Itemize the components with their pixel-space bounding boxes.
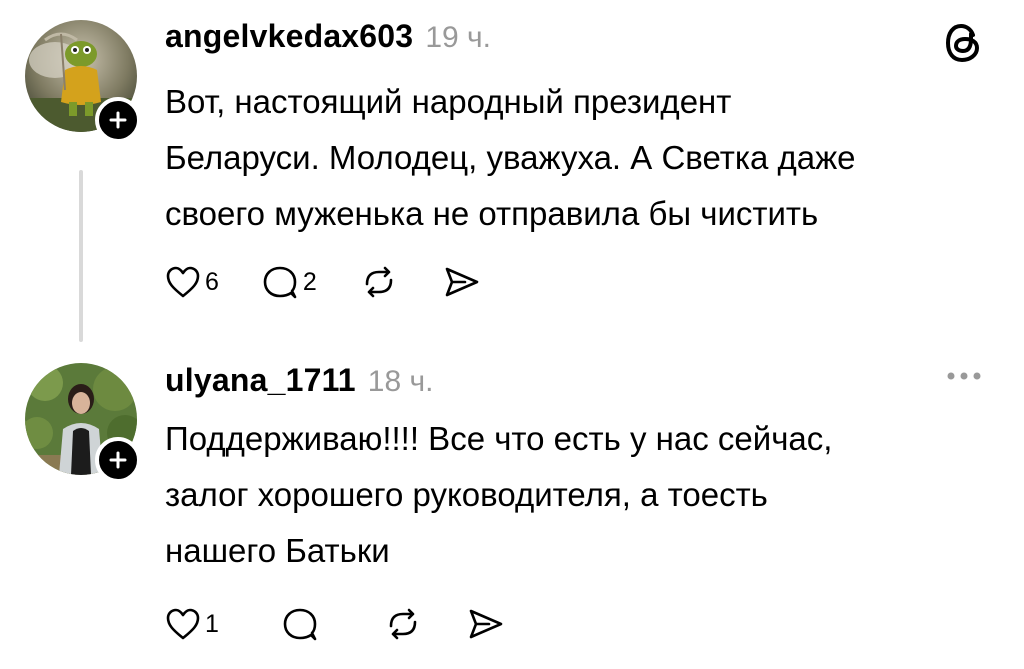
threads-logo-icon[interactable]: [944, 22, 984, 69]
post-text-line: своего муженька не отправила бы чистить: [165, 195, 819, 232]
repost-icon: [389, 608, 417, 640]
follow-button[interactable]: [95, 97, 141, 143]
comment-icon: [283, 608, 317, 641]
username[interactable]: ulyana_1711: [165, 362, 356, 399]
follow-button[interactable]: [95, 437, 141, 483]
thread-line: [79, 170, 83, 342]
share-button[interactable]: [465, 604, 505, 644]
heart-icon: [166, 608, 200, 640]
post-header: ulyana_1711 18 ч.: [165, 362, 433, 399]
action-bar: 1: [165, 604, 547, 644]
plus-icon: [109, 451, 127, 469]
post-text-line: нашего Батьки: [165, 532, 390, 569]
like-button[interactable]: 6: [165, 262, 219, 302]
post-text: Поддерживаю!!!! Все что есть у нас сейча…: [165, 411, 995, 579]
more-options-icon[interactable]: [944, 369, 984, 388]
like-button[interactable]: 1: [165, 604, 219, 644]
repost-icon: [365, 266, 393, 298]
reply-count: 2: [302, 267, 317, 296]
plus-icon: [109, 111, 127, 129]
share-button[interactable]: [441, 262, 481, 302]
comment-icon: [263, 266, 297, 299]
reply-button[interactable]: [281, 604, 323, 644]
post-text-line: Поддерживаю!!!! Все что есть у нас сейча…: [165, 420, 833, 457]
post-text-line: Беларуси. Молодец, уважуха. А Светка даж…: [165, 139, 856, 176]
post-header: angelvkedax603 19 ч.: [165, 18, 491, 55]
repost-button[interactable]: [383, 604, 423, 644]
username[interactable]: angelvkedax603: [165, 18, 413, 55]
send-icon: [445, 267, 479, 297]
like-count: 6: [205, 267, 219, 296]
action-bar: 6 2: [165, 262, 523, 302]
timestamp: 19 ч.: [425, 21, 491, 54]
post-text-line: залог хорошего руководителя, а тоесть: [165, 476, 768, 513]
post-angelvkedax603: angelvkedax603 19 ч. Вот, настоящий наро…: [0, 0, 1024, 345]
send-icon: [469, 609, 503, 639]
post-ulyana_1711: ulyana_1711 18 ч. Поддерживаю!!!! Все чт…: [0, 345, 1024, 669]
post-text-line: Вот, настоящий народный президент: [165, 83, 732, 120]
like-count: 1: [205, 609, 219, 638]
post-text: Вот, настоящий народный президент Белару…: [165, 74, 995, 242]
repost-button[interactable]: [359, 262, 399, 302]
heart-icon: [166, 266, 200, 298]
reply-button[interactable]: 2: [261, 262, 317, 302]
timestamp: 18 ч.: [367, 365, 434, 398]
